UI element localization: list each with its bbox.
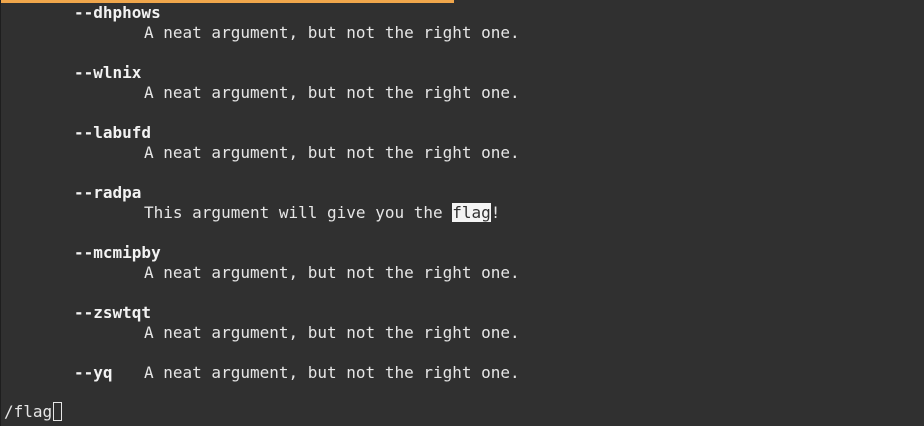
option-description: This argument will give you the flag! — [144, 203, 500, 223]
option-flag: --radpa — [74, 183, 142, 202]
option-flag: --wlnix — [74, 63, 142, 82]
option-flag: --zswtqt — [74, 303, 152, 322]
option-flag: --yq — [74, 363, 113, 382]
option-description: A neat argument, but not the right one. — [144, 323, 520, 342]
option-description: A neat argument, but not the right one. — [144, 83, 520, 102]
option-description: A neat argument, but not the right one. — [144, 263, 520, 282]
search-query[interactable]: /flag — [4, 402, 52, 421]
option-description: A neat argument, but not the right one. — [144, 23, 520, 42]
search-match-highlight: flag — [452, 203, 491, 222]
description-text: ! — [490, 203, 501, 222]
search-command-line[interactable]: /flag — [4, 402, 63, 422]
option-flag: --dhphows — [74, 3, 161, 22]
text-cursor — [53, 402, 63, 421]
option-flag: --labufd — [74, 123, 152, 142]
description-text: This argument will give you the — [144, 203, 453, 222]
option-description: A neat argument, but not the right one. — [144, 363, 520, 382]
progress-bar — [1, 0, 454, 3]
terminal-window[interactable]: --dhphows A neat argument, but not the r… — [0, 0, 924, 426]
option-flag: --mcmipby — [74, 243, 161, 262]
option-description: A neat argument, but not the right one. — [144, 143, 520, 162]
